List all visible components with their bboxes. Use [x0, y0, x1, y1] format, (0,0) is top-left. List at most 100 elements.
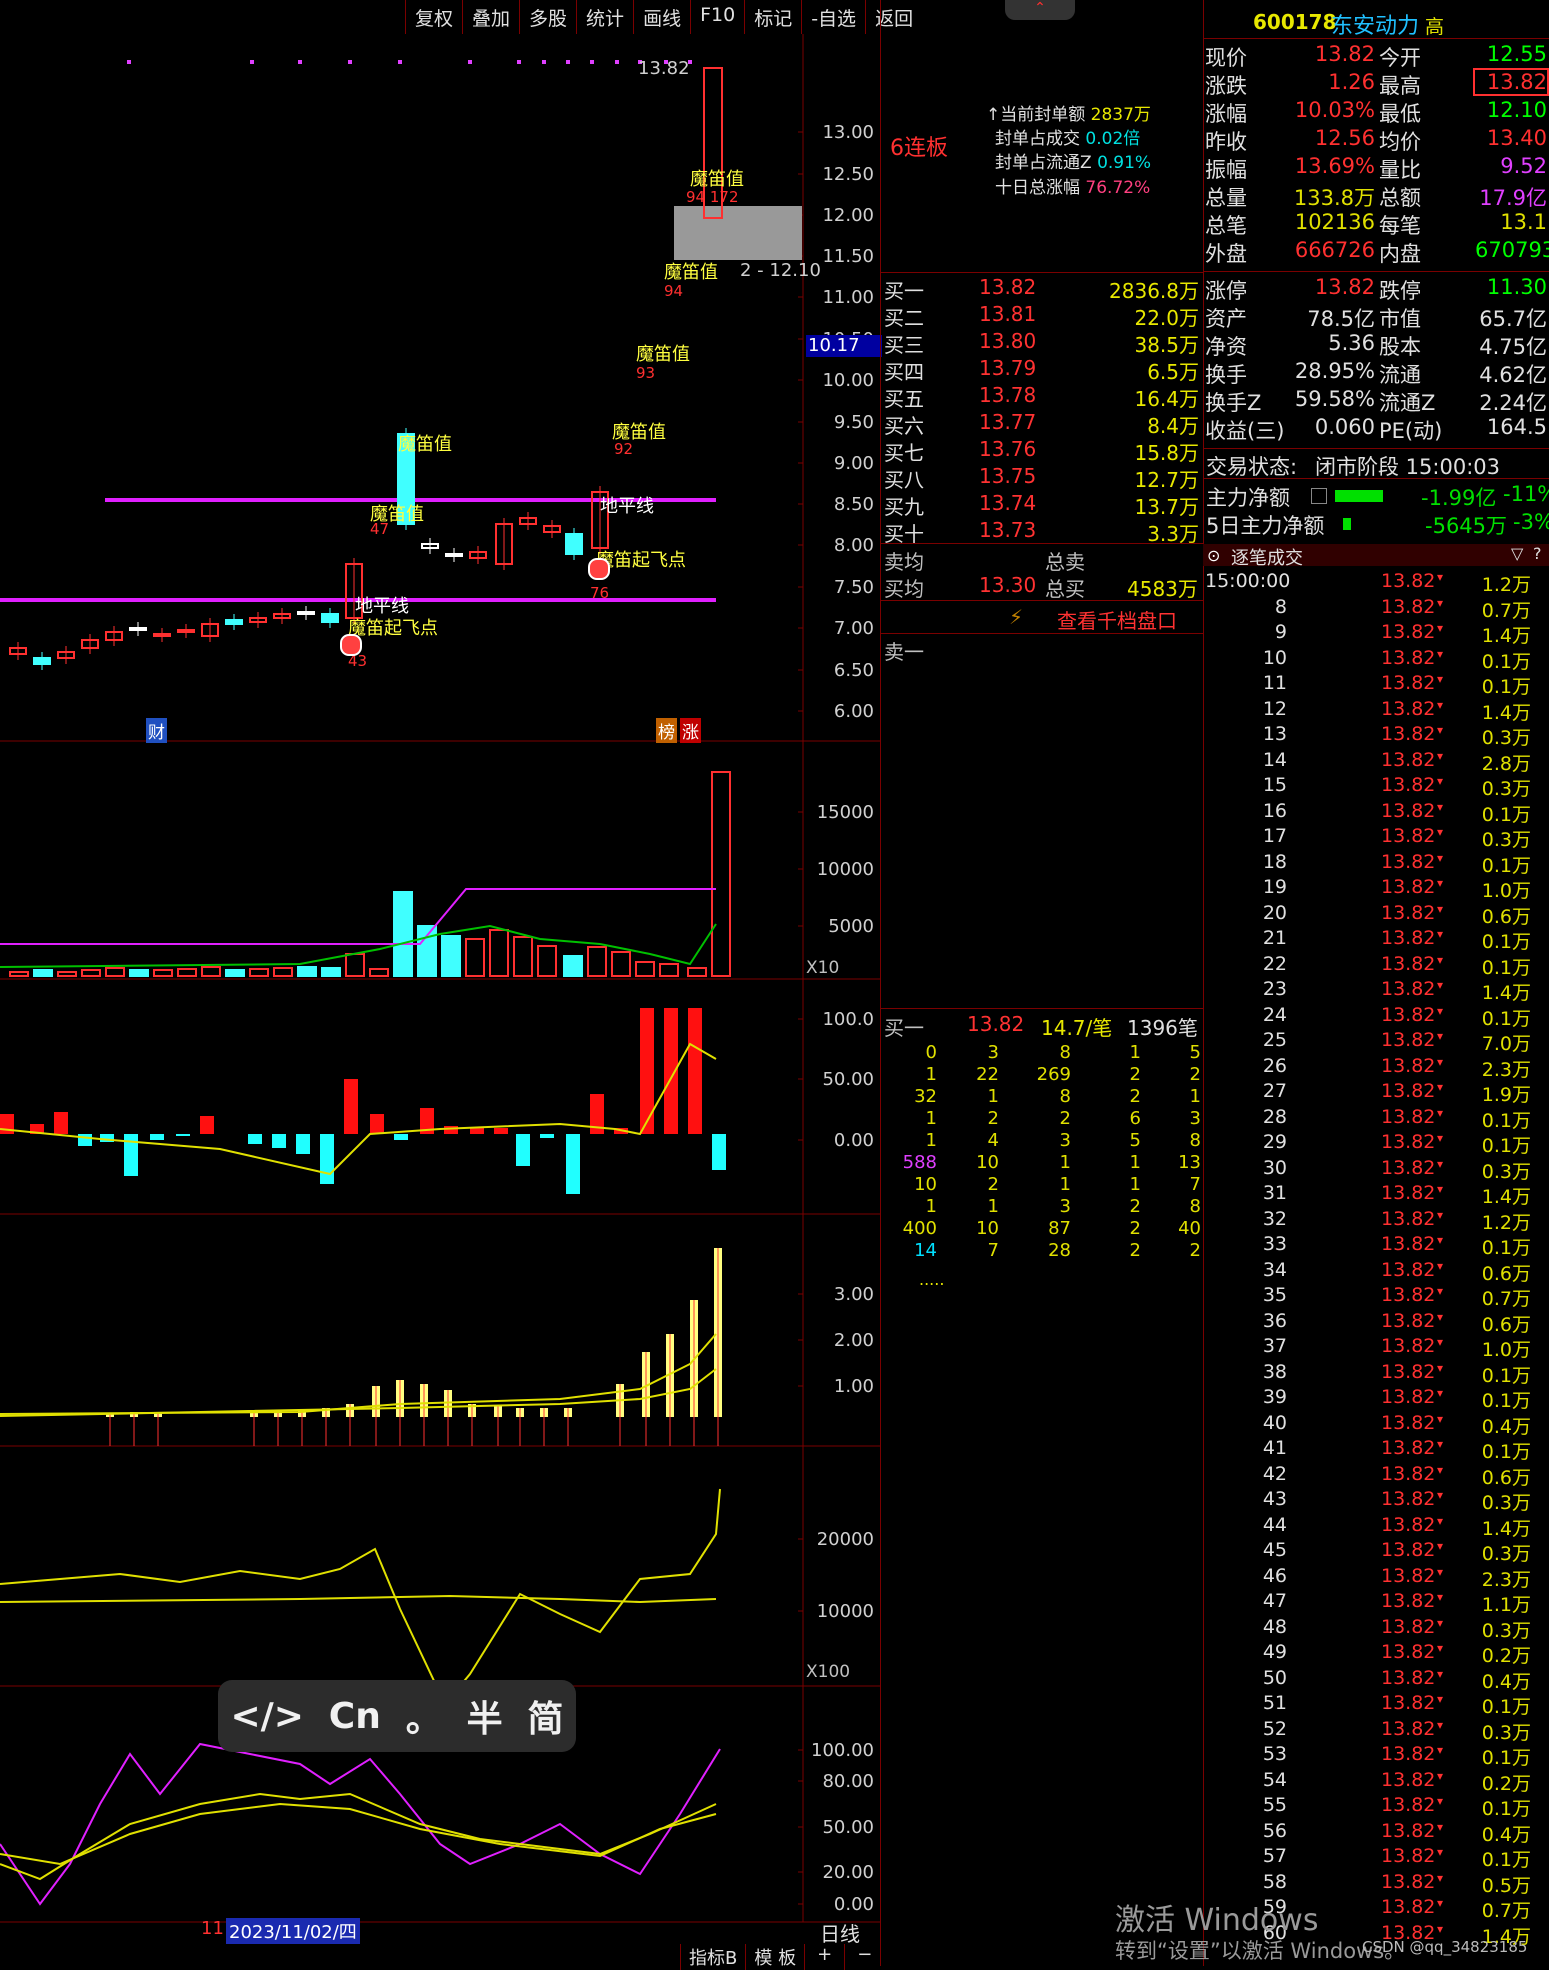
macd-bar — [444, 1126, 458, 1134]
tick-time: 32 — [1262, 1207, 1287, 1230]
order-book-panel: ⌃ ↑当前封单额 2837万 封单占成交 0.02倍 封单占流通Z 0.91% … — [880, 0, 1204, 1966]
macd-bar — [344, 1079, 358, 1134]
tick-price: 13.82 — [1381, 1386, 1436, 1408]
ime-punct-button[interactable]: 。 — [406, 1690, 442, 1742]
ime-code-icon[interactable]: </> — [230, 1696, 303, 1737]
macd-bar — [370, 1114, 384, 1134]
buy-total-value: 4583万 — [1127, 577, 1198, 601]
ime-toolbar[interactable]: </> Cn 。 半 简 — [218, 1680, 576, 1752]
bid-price: 13.76 — [979, 437, 1037, 461]
kline-chart[interactable]: 13.0012.5012.0011.5011.0010.5010.009.509… — [0, 34, 880, 1966]
tick-volume: 7.0万 — [1481, 1033, 1531, 1055]
tick-volume: 0.1万 — [1481, 1135, 1531, 1157]
tick-volume: 1.4万 — [1481, 1186, 1531, 1208]
tick-row: 33 13.82 ▾ 0.1万 — [1203, 1233, 1549, 1259]
queue-more[interactable]: ..... — [919, 1270, 944, 1289]
quote-value: 12.55 — [1486, 42, 1547, 66]
tick-price: 13.82 — [1381, 1692, 1436, 1714]
badge-bang[interactable]: 榜 — [656, 718, 677, 743]
tick-down-arrow-icon: ▾ — [1437, 723, 1444, 737]
tick-row: 47 13.82 ▾ 1.1万 — [1203, 1590, 1549, 1616]
tick-price: 13.82 — [1381, 1182, 1436, 1204]
ticks-collapse-icon[interactable]: ⊙ — [1207, 546, 1220, 565]
toolbar-zixuan[interactable]: -自选 — [801, 0, 865, 34]
tick-volume: 0.1万 — [1481, 1798, 1531, 1820]
axis-tick-label: 7.00 — [834, 618, 874, 639]
tick-row: 13 13.82 ▾ 0.3万 — [1203, 723, 1549, 749]
collapse-chevron-icon[interactable]: ⌃ — [1005, 0, 1075, 20]
tick-down-arrow-icon: ▾ — [1437, 1309, 1444, 1324]
macd-bar — [78, 1134, 92, 1146]
macd-bar — [296, 1134, 310, 1154]
axis-tick-label: 12.00 — [822, 205, 874, 226]
tab-template[interactable]: 模 板 — [745, 1944, 804, 1970]
toolbar-biaoji[interactable]: 标记 — [744, 0, 801, 34]
toolbar-diejia[interactable]: 叠加 — [462, 0, 519, 34]
badge-cai[interactable]: 财 — [146, 718, 167, 743]
quote-key: 涨幅 — [1205, 102, 1247, 126]
bid-volume: 16.4万 — [1134, 387, 1199, 411]
ime-cn-button[interactable]: Cn — [329, 1696, 381, 1737]
qiandang-link[interactable]: 查看千档盘口 — [1057, 605, 1177, 634]
ime-half-button[interactable]: 半 — [467, 1690, 503, 1742]
volume-bar — [711, 771, 731, 977]
queue-cell: 269 — [1036, 1064, 1071, 1085]
ime-simp-button[interactable]: 简 — [528, 1690, 564, 1742]
tick-down-arrow-icon: ▾ — [1437, 1105, 1444, 1120]
stock-tag: 高 — [1425, 16, 1445, 38]
toolbar-f10[interactable]: F10 — [690, 0, 744, 34]
toolbar-tongji[interactable]: 统计 — [576, 0, 633, 34]
tab-minus[interactable]: − — [844, 1944, 884, 1970]
bid-volume: 2836.8万 — [1109, 279, 1199, 303]
tab-indicator-b[interactable]: 指标B — [680, 1944, 745, 1970]
badge-zhang[interactable]: 涨 — [680, 718, 701, 743]
bid-price: 13.73 — [979, 518, 1037, 542]
axis-tick-label: 8.50 — [834, 494, 874, 515]
queue-cell: 1 — [925, 1064, 937, 1085]
quote-value: 17.9亿 — [1479, 186, 1547, 210]
toolbar-fuquan[interactable]: 复权 — [405, 0, 462, 34]
tick-price: 13.82 — [1381, 1029, 1436, 1051]
quote-value: 13.1 — [1500, 210, 1547, 234]
tab-plus[interactable]: + — [804, 1944, 844, 1970]
tick-time: 13 — [1262, 723, 1287, 745]
volume-bar — [563, 955, 583, 977]
tick-row: 37 13.82 ▾ 1.0万 — [1203, 1335, 1549, 1361]
tick-volume: 1.1万 — [1481, 1594, 1531, 1616]
axis-tick-label: 12.50 — [822, 164, 874, 185]
tick-volume: 0.1万 — [1481, 676, 1531, 698]
sell1-label: 卖一 — [884, 640, 924, 664]
volume-bar — [687, 967, 707, 977]
bid-label: 买四 — [884, 360, 924, 384]
ticks-help-icon[interactable]: ? — [1533, 544, 1542, 563]
queue-cell: 8 — [1059, 1086, 1071, 1107]
quote-key: 每笔 — [1379, 214, 1421, 238]
tick-price: 13.82 — [1381, 748, 1436, 771]
period-label[interactable]: 日线 — [820, 1918, 860, 1947]
tick-price: 13.82 — [1381, 723, 1436, 745]
queue-cell: 28 — [1048, 1240, 1071, 1261]
buy-total-label: 总买 — [1045, 577, 1085, 601]
ticks-filter-icon[interactable]: ▽ — [1511, 544, 1523, 563]
tick-volume: 0.6万 — [1481, 1262, 1531, 1285]
macd-bar — [566, 1134, 580, 1194]
toolbar-duogu[interactable]: 多股 — [519, 0, 576, 34]
queue-cell: 2 — [1189, 1240, 1201, 1261]
quote-key: 涨跌 — [1205, 74, 1247, 98]
tick-down-arrow-icon: ▾ — [1437, 1462, 1444, 1477]
queue-cell: 13 — [1178, 1152, 1201, 1173]
toolbar-huaxian[interactable]: 画线 — [633, 0, 690, 34]
tick-down-arrow-icon: ▾ — [1437, 901, 1444, 916]
tick-volume: 0.5万 — [1481, 1874, 1531, 1897]
queue-cell: 2 — [1129, 1196, 1141, 1217]
tick-time: 11 — [1262, 672, 1287, 694]
tick-time: 30 — [1262, 1156, 1287, 1179]
quote-key: 今开 — [1379, 46, 1421, 70]
tick-row: 58 13.82 ▾ 0.5万 — [1203, 1871, 1549, 1897]
tick-price: 13.82 — [1381, 1666, 1436, 1689]
tick-price: 13.82 — [1381, 646, 1436, 669]
tick-down-arrow-icon: ▾ — [1437, 1131, 1444, 1145]
vol-ma-long — [0, 888, 716, 945]
macd-bar — [200, 1116, 214, 1134]
tick-volume: 0.7万 — [1481, 1288, 1531, 1310]
